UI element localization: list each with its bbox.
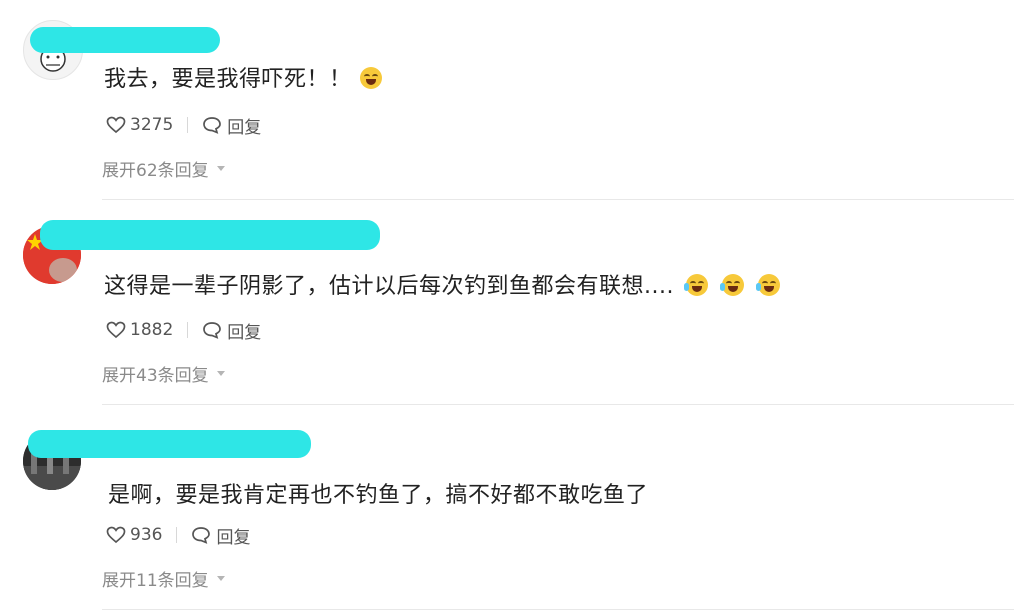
comment-actions: 936 回复 — [106, 523, 250, 548]
username-redacted — [30, 27, 220, 53]
like-button[interactable]: 1882 — [106, 320, 173, 340]
caret-down-icon — [216, 166, 225, 171]
expand-replies-label: 展开11条回复 — [102, 571, 209, 591]
heart-outline-icon — [106, 116, 126, 134]
reply-button[interactable]: 回复 — [191, 523, 250, 548]
caret-down-icon — [216, 576, 225, 581]
laughing-crying-emoji-icon — [683, 274, 708, 296]
reply-label: 回复 — [227, 322, 262, 343]
reply-label: 回复 — [216, 527, 251, 548]
speech-bubble-icon — [192, 527, 211, 544]
expand-replies-label: 展开62条回复 — [102, 161, 209, 181]
like-count: 936 — [130, 525, 163, 545]
caret-down-icon — [216, 371, 225, 376]
comment-divider — [102, 199, 1014, 200]
comment-divider — [102, 404, 1014, 405]
laughing-crying-emoji-icon — [359, 67, 382, 89]
speech-bubble-icon — [203, 322, 222, 339]
comment-actions: 1882 回复 — [106, 318, 261, 343]
like-button[interactable]: 3275 — [106, 115, 173, 135]
reply-button[interactable]: 回复 — [202, 318, 261, 343]
username-redacted — [40, 220, 380, 250]
comment-divider — [102, 609, 1014, 610]
reply-button[interactable]: 回复 — [202, 113, 261, 138]
like-count: 1882 — [130, 320, 174, 340]
divider — [187, 322, 189, 338]
expand-replies-button[interactable]: 展开11条回复 — [102, 566, 225, 591]
laughing-crying-emoji-icon — [719, 274, 744, 296]
username-redacted — [28, 430, 311, 458]
comment-actions: 3275 回复 — [106, 113, 261, 138]
laughing-crying-emoji-icon — [755, 274, 780, 296]
like-button[interactable]: 936 — [106, 525, 162, 545]
divider — [176, 527, 178, 543]
heart-outline-icon — [106, 321, 126, 339]
like-count: 3275 — [130, 115, 174, 135]
reply-label: 回复 — [227, 117, 262, 138]
expand-replies-button[interactable]: 展开43条回复 — [102, 361, 225, 386]
divider — [187, 117, 189, 133]
speech-bubble-icon — [203, 117, 222, 134]
comment-text: 是啊，要是我肯定再也不钓鱼了，搞不好都不敢吃鱼了 — [108, 483, 649, 508]
comment-text: 这得是一辈子阴影了，估计以后每次钓到鱼都会有联想.... — [104, 268, 780, 300]
expand-replies-button[interactable]: 展开62条回复 — [102, 156, 225, 181]
expand-replies-label: 展开43条回复 — [102, 366, 209, 386]
heart-outline-icon — [106, 526, 126, 544]
comment-text: 我去，要是我得吓死！！ — [104, 61, 382, 93]
